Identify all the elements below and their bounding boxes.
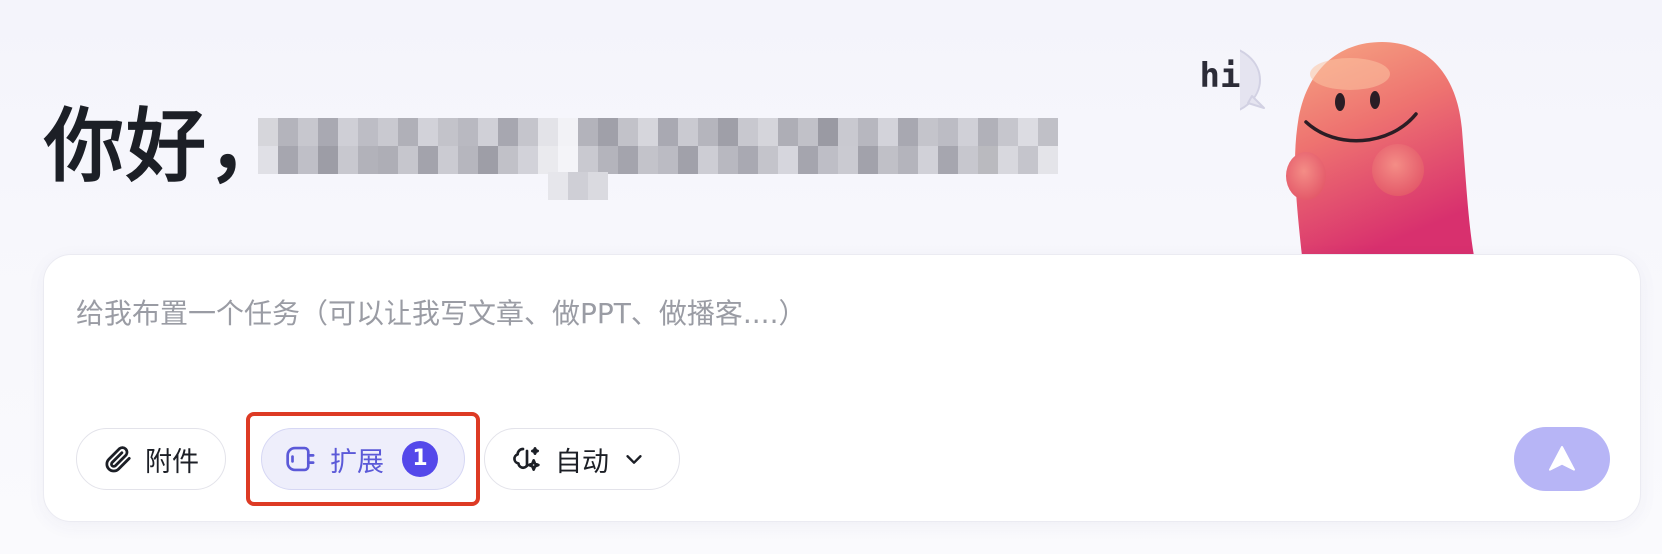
send-arrow-icon	[1549, 446, 1575, 471]
send-button[interactable]	[1514, 427, 1610, 491]
task-composer: 附件 扩展 1 自动	[43, 254, 1641, 522]
sparkle-brain-icon	[513, 447, 540, 471]
greeting: 你好，	[44, 92, 290, 202]
redacted-username	[258, 118, 1118, 200]
extensions-highlight-box: 扩展 1	[246, 412, 480, 506]
mascot-illustration	[1240, 42, 1474, 256]
composer-toolbar: 附件 扩展 1 自动	[76, 412, 680, 506]
attach-button[interactable]: 附件	[76, 428, 226, 490]
chevron-down-icon	[626, 455, 642, 464]
speech-bubble-text: hi	[1199, 56, 1241, 96]
attach-label: 附件	[145, 446, 199, 478]
extensions-button[interactable]: 扩展 1	[261, 428, 465, 490]
extensions-count-badge: 1	[402, 441, 438, 477]
extensions-label: 扩展	[330, 446, 384, 478]
greeting-text: 你好，	[44, 100, 290, 193]
paperclip-icon	[105, 446, 131, 473]
mode-label: 自动	[555, 446, 609, 478]
mode-select[interactable]: 自动	[484, 428, 680, 490]
plug-icon	[286, 446, 315, 472]
speech-bubble	[1240, 49, 1265, 111]
task-input[interactable]	[76, 293, 1596, 333]
